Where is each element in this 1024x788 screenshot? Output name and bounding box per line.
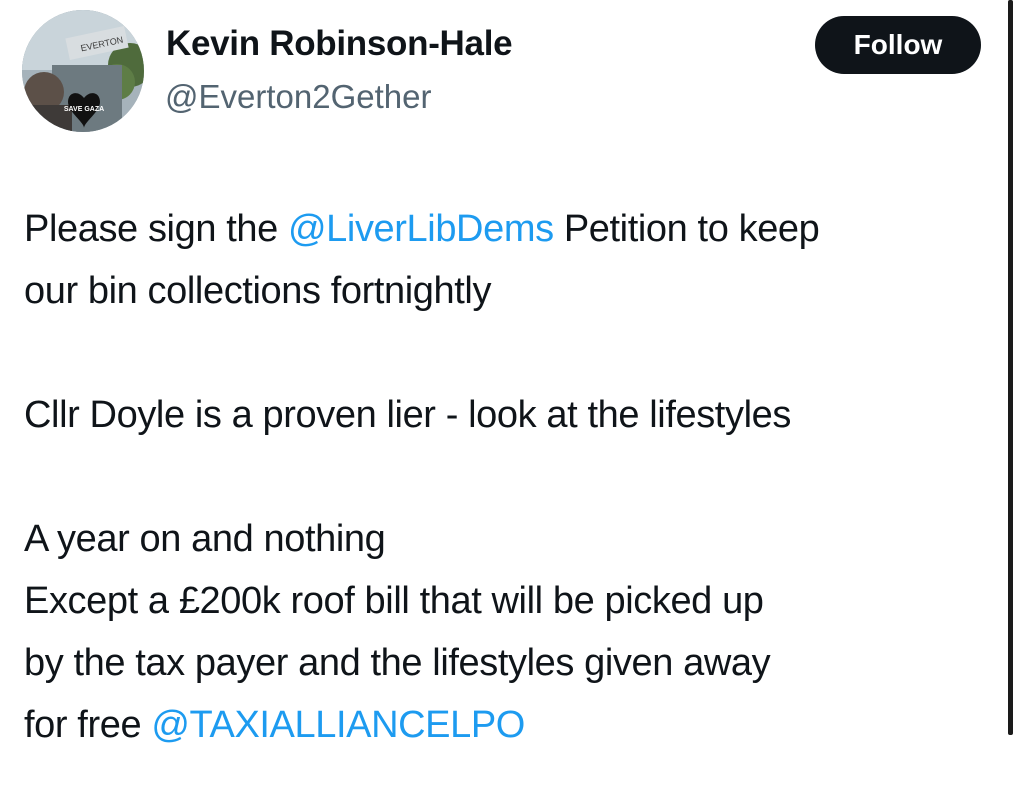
tweet-text-segment: for free	[24, 704, 152, 746]
tweet-line: Cllr Doyle is a proven lier - look at th…	[24, 394, 791, 436]
avatar[interactable]: EVERTON SAVE GAZA	[22, 10, 144, 132]
tweet-text: Please sign the @LiverLibDems Petition t…	[24, 198, 999, 756]
user-handle[interactable]: @Everton2Gether	[165, 78, 431, 116]
tweet-line: by the tax payer and the lifestyles give…	[24, 642, 771, 684]
tweet-text-segment: Petition to keep	[553, 208, 820, 250]
display-name[interactable]: Kevin Robinson-Hale	[166, 24, 513, 64]
tweet-line: Please sign the @LiverLibDems Petition t…	[24, 198, 999, 260]
tweet-line: A year on and nothing	[24, 518, 386, 560]
tweet-line: for free @TAXIALLIANCELPO	[24, 694, 999, 756]
avatar-badge-text: SAVE GAZA	[64, 106, 104, 113]
follow-button[interactable]: Follow	[815, 16, 981, 74]
tweet-text-segment: Please sign the	[24, 208, 288, 250]
mention-link-taxialliancelpo[interactable]: @TAXIALLIANCELPO	[151, 704, 525, 746]
mention-link-liverlibdems[interactable]: @LiverLibDems	[288, 208, 554, 250]
avatar-image: EVERTON SAVE GAZA	[22, 10, 144, 132]
tweet-line: our bin collections fortnightly	[24, 270, 492, 312]
scrollbar[interactable]	[1008, 0, 1013, 735]
tweet-line: Except a £200k roof bill that will be pi…	[24, 580, 764, 622]
